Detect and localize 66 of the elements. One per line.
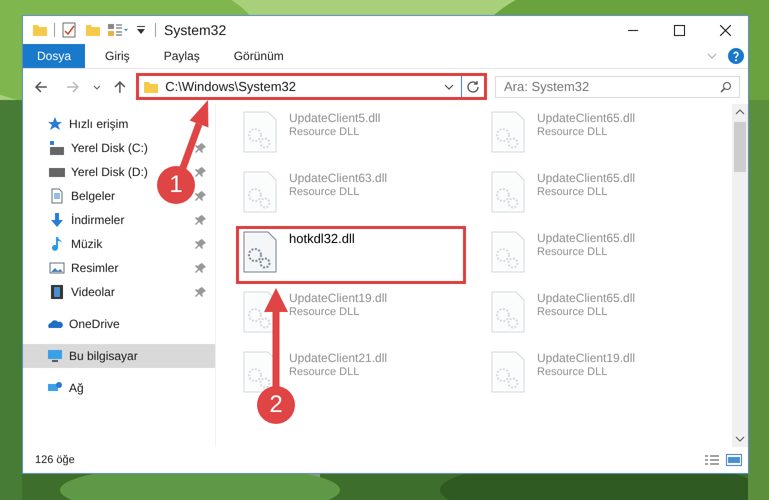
pin-icon[interactable]	[195, 142, 207, 154]
dll-file-icon	[243, 171, 277, 213]
file-type: Resource DLL	[537, 246, 608, 260]
file-type: Resource DLL	[289, 306, 360, 320]
download-arrow-icon	[49, 212, 65, 228]
sidebar-item[interactable]: Bu bilgisayar	[23, 344, 215, 368]
search-field[interactable]: Ara: System32	[495, 76, 740, 98]
sidebar-item[interactable]: Resimler	[49, 259, 118, 277]
properties-check-icon[interactable]	[61, 22, 77, 38]
sidebar-item[interactable]: Videolar	[49, 283, 115, 301]
dll-file-icon	[491, 231, 525, 273]
drive-icon	[49, 140, 65, 156]
file-type: Resource DLL	[289, 126, 360, 140]
star-icon	[47, 116, 63, 132]
view-list-icon[interactable]	[107, 22, 129, 38]
pin-icon[interactable]	[195, 262, 207, 274]
dll-file-icon	[491, 171, 525, 213]
refresh-icon[interactable]	[466, 80, 480, 94]
sidebar-item[interactable]: Müzik	[49, 235, 102, 253]
new-folder-icon	[85, 22, 101, 38]
tiles-view-icon[interactable]	[726, 454, 742, 466]
ribbon-tab[interactable]: Paylaş	[150, 44, 214, 68]
pin-icon[interactable]	[195, 214, 207, 226]
film-icon	[49, 284, 65, 300]
dll-file-icon	[243, 231, 277, 273]
window-title: System32	[164, 20, 226, 40]
search-icon[interactable]	[720, 80, 732, 92]
file-type: Resource DLL	[289, 366, 360, 380]
dll-file-icon	[491, 111, 525, 153]
ribbon-tab[interactable]: Görünüm	[220, 44, 298, 68]
monitor-icon	[47, 348, 63, 364]
sidebar-item[interactable]: Hızlı erişim	[47, 115, 128, 133]
dll-file-icon	[243, 111, 277, 153]
file-name[interactable]: hotkdl32.dll	[289, 231, 355, 248]
sidebar-item[interactable]: Yerel Disk (D:)	[49, 163, 148, 181]
pin-icon[interactable]	[195, 166, 207, 178]
pin-icon[interactable]	[195, 286, 207, 298]
picture-icon	[49, 260, 65, 276]
help-icon[interactable]	[728, 48, 744, 64]
address-bar[interactable]: C:\Windows\System32	[136, 73, 488, 100]
details-view-icon[interactable]	[704, 454, 720, 466]
sidebar-item[interactable]: Ağ	[47, 379, 84, 397]
close-icon	[720, 24, 730, 36]
file-type: Resource DLL	[537, 126, 608, 140]
maximize-icon	[674, 24, 684, 36]
sidebar-item[interactable]: Belgeler	[49, 187, 116, 205]
folder-icon	[32, 22, 48, 38]
dll-file-icon	[491, 291, 525, 333]
sidebar-item[interactable]: Yerel Disk (C:)	[49, 139, 148, 157]
vertical-scrollbar[interactable]	[732, 104, 748, 447]
file-type: Resource DLL	[537, 186, 608, 200]
customize-caret-icon[interactable]	[135, 24, 147, 36]
pin-icon[interactable]	[195, 190, 207, 202]
file-type: Resource DLL	[289, 186, 360, 200]
document-icon	[49, 188, 65, 204]
file-type: Resource DLL	[537, 306, 608, 320]
sidebar-item[interactable]: İndirmeler	[49, 211, 124, 229]
pin-icon[interactable]	[195, 238, 207, 250]
ribbon-tab[interactable]: Giriş	[91, 44, 144, 68]
back-arrow-icon[interactable]	[33, 78, 49, 94]
sidebar-item[interactable]: OneDrive	[47, 315, 120, 333]
scroll-thumb[interactable]	[734, 122, 746, 172]
address-path: C:\Windows\System32	[165, 78, 298, 96]
file-type: Resource DLL	[537, 366, 608, 380]
item-count: 126 öğe	[35, 452, 76, 468]
dll-file-icon	[491, 351, 525, 393]
